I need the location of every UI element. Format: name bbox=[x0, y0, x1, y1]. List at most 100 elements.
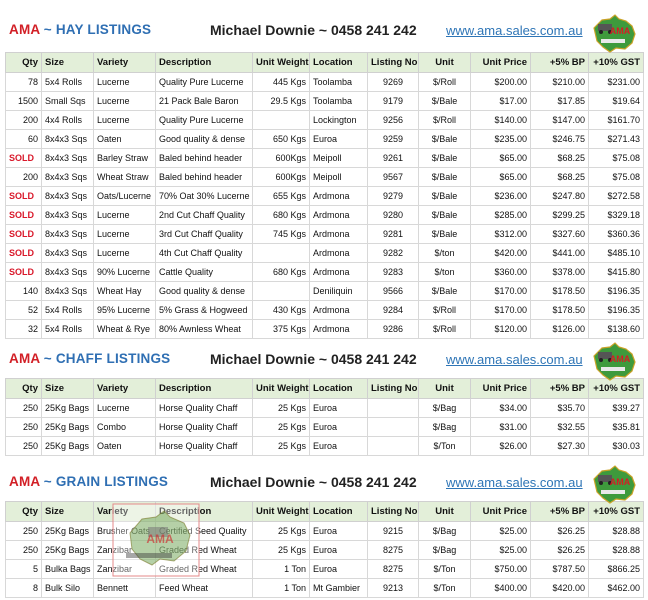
table-row: 1500 Small Sqs Lucerne 21 Pack Bale Baron 29… bbox=[5, 91, 644, 111]
column-header-qty: Qty bbox=[5, 378, 42, 399]
cell-unit-weight: 25 Kgs bbox=[252, 417, 310, 437]
cell-description: Horse Quality Chaff bbox=[155, 436, 253, 456]
cell-listing-no: 9286 bbox=[367, 319, 419, 339]
cell-description: Graded Red Wheat bbox=[155, 559, 253, 579]
cell-location: Lockington bbox=[309, 110, 368, 130]
cell-variety: Wheat & Rye bbox=[93, 319, 156, 339]
cell-listing-no: 9567 bbox=[367, 167, 419, 187]
cell-location: Euroa bbox=[309, 521, 368, 541]
grain-header: AMA ~ GRAIN LISTINGS Michael Downie ~ 04… bbox=[5, 463, 643, 504]
cell-unit-price: $750.00 bbox=[470, 559, 531, 579]
cell-gst: $329.18 bbox=[588, 205, 644, 225]
cell-location: Meipoll bbox=[309, 167, 368, 187]
cell-unit-weight: 1 Ton bbox=[252, 559, 310, 579]
cell-variety: Lucerne bbox=[93, 224, 156, 244]
cell-bp: $26.25 bbox=[530, 540, 589, 560]
ama-brand-text: AMA bbox=[9, 474, 40, 489]
chaff-table: Qty Size Variety Description Unit Weight Loca… bbox=[5, 378, 644, 456]
cell-qty: 250 bbox=[5, 436, 42, 456]
cell-size: 8x4x3 Sqs bbox=[41, 262, 94, 282]
cell-variety: Zanzibar bbox=[93, 559, 156, 579]
cell-description: 5% Grass & Hogweed bbox=[155, 300, 253, 320]
cell-unit-weight: 650 Kgs bbox=[252, 129, 310, 149]
cell-variety: Lucerne bbox=[93, 205, 156, 225]
column-header-variety: Variety bbox=[93, 501, 156, 522]
cell-qty: SOLD bbox=[5, 148, 42, 168]
cell-location: Meipoll bbox=[309, 148, 368, 168]
cell-location: Ardmona bbox=[309, 262, 368, 282]
chaff-section: AMA ~ CHAFF LISTINGS Michael Downie ~ 04… bbox=[5, 340, 644, 456]
cell-unit-weight bbox=[252, 281, 310, 301]
cell-variety: Wheat Straw bbox=[93, 167, 156, 187]
cell-listing-no: 9256 bbox=[367, 110, 419, 130]
website-link[interactable]: www.ama.sales.com.au bbox=[446, 475, 583, 490]
table-row: 8 Bulk Silo Bennett Feed Wheat 1 Ton Mt Gambi… bbox=[5, 578, 644, 598]
cell-location: Ardmona bbox=[309, 319, 368, 339]
cell-bp: $327.60 bbox=[530, 224, 589, 244]
cell-qty: 32 bbox=[5, 319, 42, 339]
website-link[interactable]: www.ama.sales.com.au bbox=[446, 352, 583, 367]
cell-unit-price: $360.00 bbox=[470, 262, 531, 282]
cell-unit-price: $65.00 bbox=[470, 148, 531, 168]
column-header-listing-no: Listing No. bbox=[367, 501, 419, 522]
cell-qty: 140 bbox=[5, 281, 42, 301]
column-header-bp: +5% BP bbox=[530, 378, 589, 399]
cell-unit: $/Roll bbox=[418, 319, 471, 339]
table-row: 250 25Kg Bags Brusher Oats Certified Seed Q… bbox=[5, 521, 644, 541]
table-row: SOLD 8x4x3 Sqs Lucerne 2nd Cut Chaff Qualit… bbox=[5, 205, 644, 225]
cell-unit-price: $17.00 bbox=[470, 91, 531, 111]
website-link[interactable]: www.ama.sales.com.au bbox=[446, 23, 583, 38]
cell-unit-weight: 445 Kgs bbox=[252, 72, 310, 92]
cell-listing-no bbox=[367, 436, 419, 456]
grain-header-row: Qty Size Variety Description Unit Weight Loca… bbox=[5, 501, 644, 522]
cell-size: 25Kg Bags bbox=[41, 398, 94, 418]
column-header-qty: Qty bbox=[5, 501, 42, 522]
cell-gst: $35.81 bbox=[588, 417, 644, 437]
column-header-unit-weight: Unit Weight bbox=[252, 378, 310, 399]
cell-size: 25Kg Bags bbox=[41, 417, 94, 437]
cell-unit-price: $235.00 bbox=[470, 129, 531, 149]
cell-description: 70% Oat 30% Lucerne bbox=[155, 186, 253, 206]
cell-bp: $299.25 bbox=[530, 205, 589, 225]
cell-bp: $247.80 bbox=[530, 186, 589, 206]
cell-gst: $75.08 bbox=[588, 167, 644, 187]
cell-bp: $126.00 bbox=[530, 319, 589, 339]
cell-unit-price: $65.00 bbox=[470, 167, 531, 187]
table-row: 60 8x4x3 Sqs Oaten Good quality & dense 650 … bbox=[5, 129, 644, 149]
cell-description: Horse Quality Chaff bbox=[155, 398, 253, 418]
svg-text:AMA: AMA bbox=[610, 354, 631, 364]
cell-qty: 5 bbox=[5, 559, 42, 579]
column-header-listing-no: Listing No. bbox=[367, 378, 419, 399]
cell-listing-no: 9213 bbox=[367, 578, 419, 598]
table-row: 140 8x4x3 Sqs Wheat Hay Good quality & dens… bbox=[5, 281, 644, 301]
cell-size: 25Kg Bags bbox=[41, 521, 94, 541]
cell-listing-no: 9259 bbox=[367, 129, 419, 149]
cell-unit-price: $400.00 bbox=[470, 578, 531, 598]
cell-unit-weight bbox=[252, 243, 310, 263]
table-row: 250 25Kg Bags Lucerne Horse Quality Chaff 25… bbox=[5, 398, 644, 418]
cell-unit-price: $25.00 bbox=[470, 540, 531, 560]
cell-location: Toolamba bbox=[309, 91, 368, 111]
cell-unit: $/Ton bbox=[418, 436, 471, 456]
cell-size: 4x4 Rolls bbox=[41, 110, 94, 130]
column-header-gst: +10% GST bbox=[588, 52, 644, 73]
cell-gst: $28.88 bbox=[588, 540, 644, 560]
cell-location: Euroa bbox=[309, 398, 368, 418]
hay-header-row: Qty Size Variety Description Unit Weight Loca… bbox=[5, 52, 644, 73]
cell-location: Euroa bbox=[309, 129, 368, 149]
cell-gst: $196.35 bbox=[588, 300, 644, 320]
cell-unit: $/Ton bbox=[418, 578, 471, 598]
cell-description: Feed Wheat bbox=[155, 578, 253, 598]
cell-unit: $/Bale bbox=[418, 129, 471, 149]
cell-description: 2nd Cut Chaff Quality bbox=[155, 205, 253, 225]
column-header-description: Description bbox=[155, 378, 253, 399]
cell-qty: 250 bbox=[5, 540, 42, 560]
cell-bp: $147.00 bbox=[530, 110, 589, 130]
cell-unit-weight: 745 Kgs bbox=[252, 224, 310, 244]
cell-gst: $30.03 bbox=[588, 436, 644, 456]
column-header-unit: Unit bbox=[418, 378, 471, 399]
table-row: SOLD 8x4x3 Sqs Lucerne 3rd Cut Chaff Qualit… bbox=[5, 224, 644, 244]
cell-variety: Lucerne bbox=[93, 72, 156, 92]
table-row: 250 25Kg Bags Zanzibar Graded Red Wheat 25 K… bbox=[5, 540, 644, 560]
cell-qty: SOLD bbox=[5, 224, 42, 244]
